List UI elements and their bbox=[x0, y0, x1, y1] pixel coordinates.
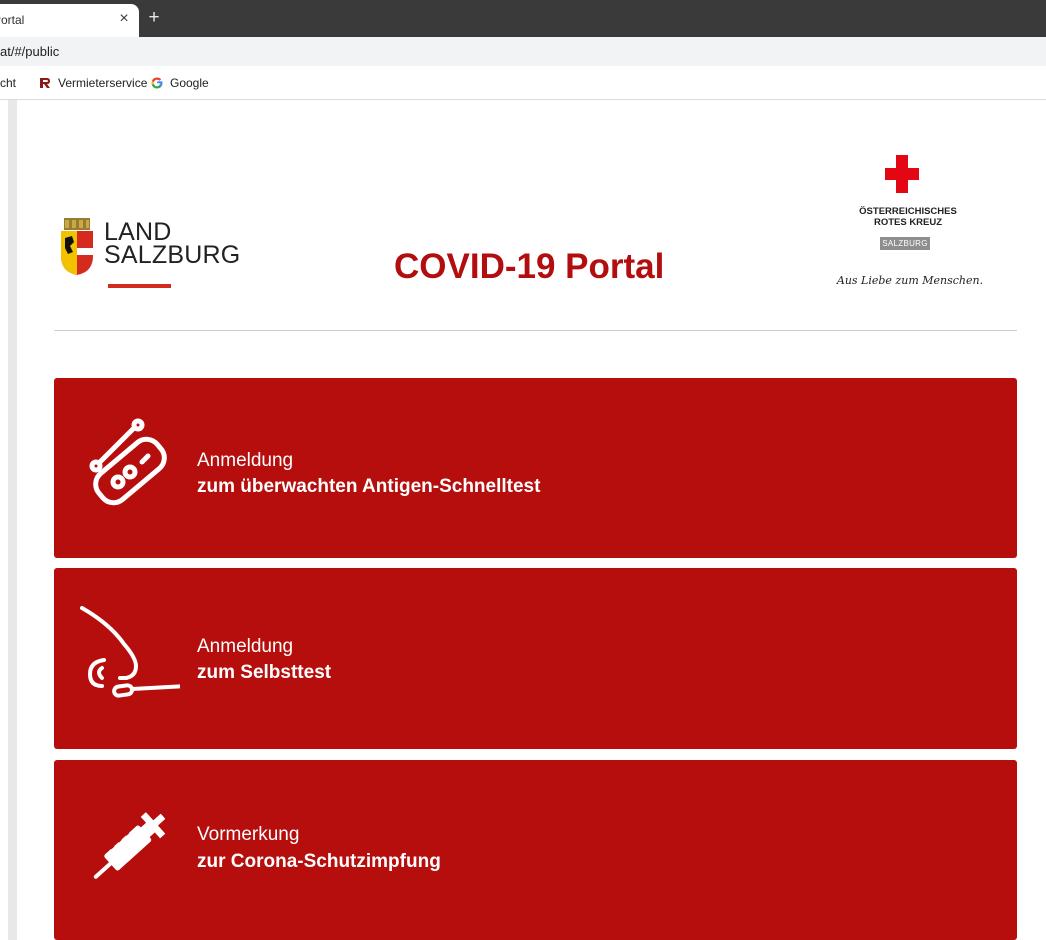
google-icon bbox=[151, 77, 163, 89]
bookmark-item[interactable]: cht bbox=[0, 76, 16, 90]
bookmarks-bar: cht Vermieterservice Google bbox=[0, 66, 1046, 100]
card-label-line1: Vormerkung bbox=[197, 824, 300, 845]
land-wordmark: LAND SALZBURG bbox=[104, 220, 241, 269]
rk-line2: ROTES KREUZ bbox=[873, 217, 943, 228]
nose-swab-icon bbox=[80, 606, 180, 698]
land-logo-underline bbox=[108, 284, 171, 288]
card-vaccination[interactable]: Vormerkung zur Corona-Schutzimpfung bbox=[54, 760, 1017, 940]
new-tab-icon[interactable]: + bbox=[144, 8, 164, 28]
bookmark-vermieterservice[interactable]: Vermieterservice bbox=[38, 76, 147, 90]
antigen-test-icon bbox=[89, 418, 167, 506]
card-antigen-test[interactable]: Anmeldung zum überwachten Antigen-Schnel… bbox=[54, 378, 1017, 558]
browser-tab-strip: Portal × + bbox=[0, 0, 1046, 37]
close-icon[interactable]: × bbox=[114, 9, 134, 29]
bookmark-favicon-icon bbox=[40, 78, 50, 88]
card-label-line2: zum Selbsttest bbox=[197, 662, 332, 683]
rk-line1: ÖSTERREICHISCHES bbox=[859, 206, 957, 217]
left-gutter bbox=[0, 100, 18, 940]
syringe-icon bbox=[93, 812, 166, 879]
card-label-line1: Anmeldung bbox=[197, 636, 294, 657]
tab-title: Portal bbox=[0, 13, 25, 27]
bookmark-google[interactable]: Google bbox=[150, 76, 209, 90]
coat-of-arms-icon bbox=[61, 218, 93, 275]
land-line2: SALZBURG bbox=[104, 241, 241, 269]
card-label-line1: Anmeldung bbox=[197, 450, 294, 471]
page-title: COVID-19 Portal bbox=[394, 247, 665, 286]
address-bar[interactable]: at/#/public bbox=[0, 37, 1046, 66]
red-cross-logo[interactable]: ÖSTERREICHISCHES ROTES KREUZ SALZBURG Au… bbox=[820, 150, 1020, 300]
rk-region-badge: SALZBURG bbox=[880, 237, 930, 250]
red-cross-icon bbox=[885, 155, 919, 193]
red-cross-name: ÖSTERREICHISCHES ROTES KREUZ bbox=[820, 206, 996, 228]
bookmark-label: cht bbox=[0, 76, 17, 90]
header-divider bbox=[54, 330, 1017, 331]
card-label-line2: zum überwachten Antigen-Schnelltest bbox=[197, 476, 541, 497]
card-label-line2: zur Corona-Schutzimpfung bbox=[197, 851, 441, 872]
bookmark-label: Google bbox=[170, 76, 209, 90]
card-self-test[interactable]: Anmeldung zum Selbsttest bbox=[54, 568, 1017, 749]
url-text[interactable]: at/#/public bbox=[0, 44, 59, 59]
browser-tab[interactable]: Portal × bbox=[0, 4, 139, 37]
rk-slogan: Aus Liebe zum Menschen. bbox=[836, 274, 984, 287]
bookmark-label: Vermieterservice bbox=[58, 76, 148, 90]
